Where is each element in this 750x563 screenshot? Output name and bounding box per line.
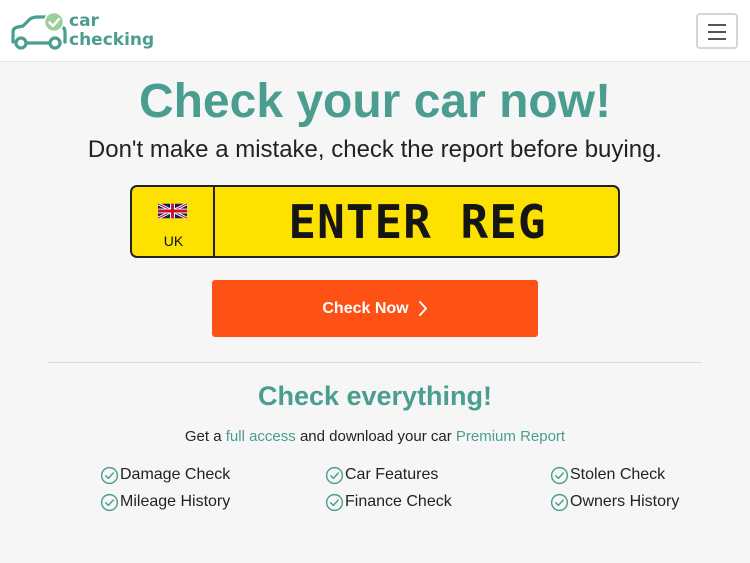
feature-label: Finance Check: [345, 493, 452, 510]
full-access-link[interactable]: full access: [226, 428, 296, 445]
car-check-logo-icon: [11, 12, 67, 50]
registration-plate: UK: [130, 185, 620, 258]
feature-label: Mileage History: [120, 493, 231, 510]
feature-label: Owners History: [570, 493, 680, 510]
logo-text: car checking: [69, 12, 154, 50]
menu-toggle-button[interactable]: [696, 13, 738, 49]
check-circle-icon: [325, 493, 344, 511]
check-circle-icon: [100, 466, 119, 484]
section-divider: [48, 362, 702, 363]
check-now-label: Check Now: [322, 299, 409, 317]
features-list: Damage Check Car Features Stolen Check M…: [100, 464, 700, 520]
site-logo[interactable]: car checking: [10, 10, 154, 54]
feature-item-mileage-history: Mileage History: [100, 491, 230, 513]
navbar: car checking: [0, 0, 750, 62]
premium-report-text: Get a full access and download your car …: [0, 428, 750, 446]
hero-title: Check your car now!: [138, 75, 612, 128]
premium-report-link[interactable]: Premium Report: [456, 428, 565, 445]
plate-country-badge: UK: [132, 187, 215, 256]
feature-item-stolen-check: Stolen Check: [550, 464, 665, 486]
plate-country-label: UK: [163, 233, 184, 249]
logo-text-line2: checking: [69, 30, 155, 50]
hero-subtitle: Don't make a mistake, check the report b…: [87, 136, 663, 163]
check-circle-icon: [100, 493, 119, 511]
feature-item-car-features: Car Features: [325, 464, 438, 486]
feature-label: Car Features: [345, 466, 439, 483]
access-text-before: Get a: [184, 428, 222, 445]
feature-label: Damage Check: [120, 466, 231, 483]
logo-text-line1: car: [69, 11, 99, 31]
section-title: Check everything!: [257, 381, 493, 411]
chevron-right-icon: [418, 301, 427, 316]
feature-item-finance-check: Finance Check: [325, 491, 452, 513]
check-now-button[interactable]: Check Now: [212, 280, 538, 337]
check-circle-icon: [550, 493, 569, 511]
uk-flag-icon: [158, 203, 187, 219]
feature-item-damage-check: Damage Check: [100, 464, 230, 486]
registration-input[interactable]: [217, 187, 618, 256]
feature-label: Stolen Check: [570, 466, 666, 483]
feature-item-owners-history: Owners History: [550, 491, 679, 513]
check-circle-icon: [325, 466, 344, 484]
access-text-middle: and download your car: [299, 428, 452, 445]
check-circle-icon: [550, 466, 569, 484]
